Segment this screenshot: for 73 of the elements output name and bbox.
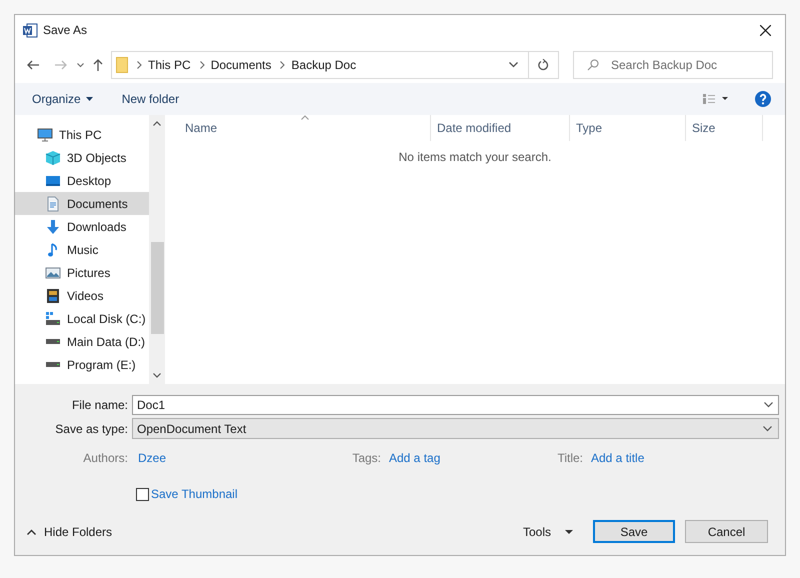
tools-button[interactable]: Tools	[522, 522, 573, 540]
sort-up-icon	[301, 115, 309, 120]
authors-link[interactable]: Dzee	[138, 449, 338, 467]
scrollbar[interactable]	[149, 115, 165, 384]
down-arrow-icon	[45, 218, 61, 234]
dropdown-chevron-icon	[763, 426, 772, 432]
nav-item[interactable]: Downloads	[15, 215, 150, 238]
dropdown-chevron-icon[interactable]	[509, 62, 518, 68]
nav-item[interactable]: Main Data (D:)	[15, 330, 150, 353]
close-icon	[760, 24, 770, 36]
nav-item[interactable]: Pictures	[15, 261, 150, 284]
nav-item[interactable]: This PC	[15, 123, 150, 146]
breadcrumb[interactable]: This PC	[148, 56, 191, 74]
drive-icon	[46, 362, 60, 367]
save-thumbnail-checkbox[interactable]	[136, 488, 149, 500]
column-header[interactable]: Size	[686, 115, 763, 141]
nav-item[interactable]: Local Disk (C:)	[15, 307, 150, 330]
cancel-button[interactable]: Cancel	[685, 520, 768, 543]
nav-item[interactable]: 3D Objects	[15, 146, 150, 169]
drive-icon	[45, 310, 61, 326]
breadcrumb-chevron-icon[interactable]	[137, 61, 142, 69]
breadcrumb-chevron-icon[interactable]	[200, 61, 205, 69]
authors-label: Authors:	[82, 450, 129, 467]
refresh-icon	[538, 59, 549, 71]
breadcrumb[interactable]: Backup Doc	[291, 56, 356, 74]
breadcrumb-chevron-icon[interactable]	[280, 61, 286, 69]
tags-label: Tags:	[351, 450, 381, 467]
scrollbar-thumb[interactable]	[150, 242, 164, 334]
back-arrow-icon[interactable]	[27, 60, 39, 70]
nav-item[interactable]: Desktop	[15, 169, 150, 192]
scroll-down-icon[interactable]	[153, 373, 162, 378]
nav-item[interactable]: Music	[15, 238, 150, 261]
save-button[interactable]: Save	[593, 520, 675, 543]
nav-item[interactable]: Program (E:)	[15, 353, 150, 376]
search-field[interactable]: Search Backup Doc	[573, 51, 773, 79]
column-header[interactable]: Date modified	[431, 115, 570, 141]
title-link[interactable]: Add a title	[591, 449, 644, 467]
column-header[interactable]: Name	[165, 115, 431, 141]
scroll-up-icon[interactable]	[153, 121, 162, 126]
breadcrumb[interactable]: Documents	[210, 56, 272, 74]
folder-icon	[116, 57, 128, 73]
save-as-type-dropdown[interactable]: OpenDocument Text	[132, 418, 779, 439]
search-icon	[587, 59, 599, 71]
column-header[interactable]: Type	[570, 115, 686, 141]
landscape-icon	[45, 264, 61, 280]
new-folder-button[interactable]: New folder	[122, 90, 180, 108]
save-as-type-label: Save as type:	[54, 420, 129, 438]
document-icon	[45, 196, 61, 212]
computer-icon	[37, 126, 53, 142]
nav-item[interactable]: Documents	[15, 192, 150, 215]
nav-item[interactable]: Videos	[15, 284, 150, 307]
drive-icon	[46, 339, 60, 344]
chevron-up-icon	[27, 528, 36, 534]
dropdown-chevron-icon[interactable]	[764, 402, 773, 408]
up-arrow-icon[interactable]	[93, 59, 103, 71]
caret-down-icon	[565, 530, 573, 534]
file-name-field[interactable]: Doc1	[132, 395, 779, 415]
caret-down-icon	[86, 97, 93, 101]
film-icon	[45, 288, 61, 304]
empty-message: No items match your search.	[398, 149, 552, 166]
hide-folders-button[interactable]: Hide Folders	[27, 522, 112, 540]
address-bar[interactable]: This PC Documents Backup Doc	[111, 51, 559, 79]
cube-icon	[45, 150, 61, 166]
word-app-icon	[23, 22, 38, 38]
save-thumbnail-label[interactable]: Save Thumbnail	[151, 485, 238, 503]
help-icon[interactable]	[755, 91, 771, 107]
recent-chevron-icon[interactable]	[77, 62, 84, 68]
view-options-icon[interactable]	[703, 94, 729, 104]
organize-button[interactable]: Organize	[32, 90, 93, 108]
tags-link[interactable]: Add a tag	[389, 449, 546, 467]
title-label: Title:	[556, 450, 583, 467]
file-name-label: File name:	[70, 397, 129, 414]
window-title: Save As	[43, 22, 88, 39]
